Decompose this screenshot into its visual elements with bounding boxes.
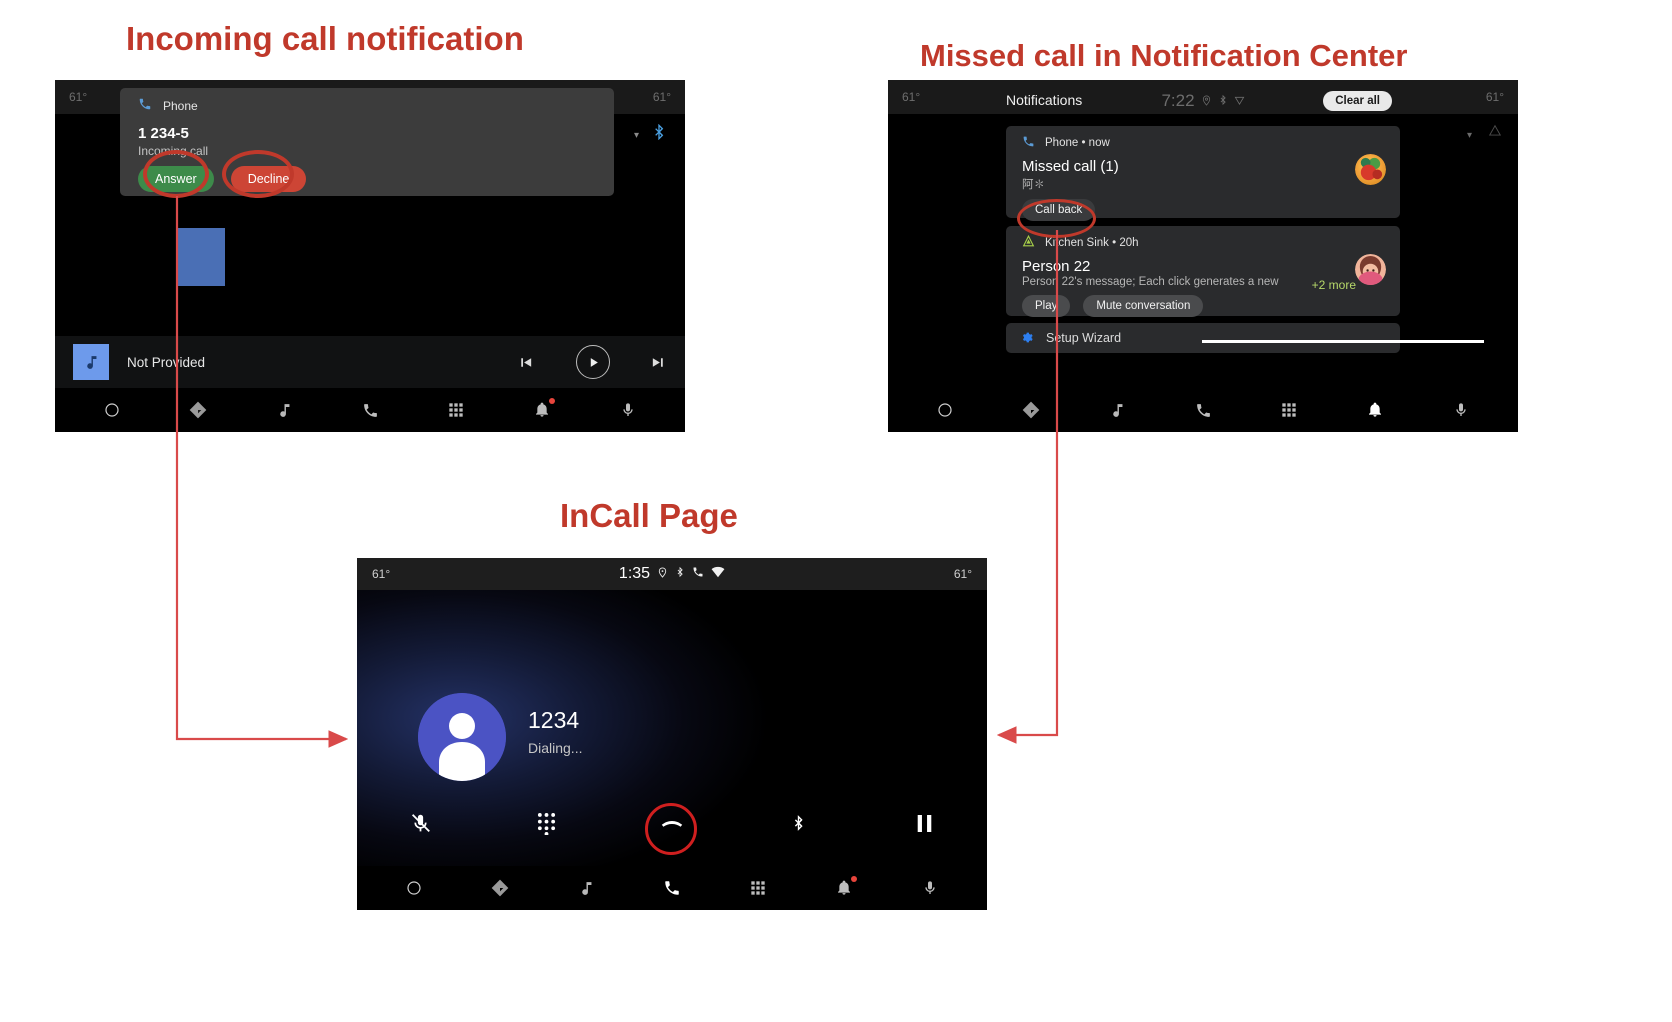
contact-avatar: [1355, 254, 1386, 285]
nav-dialer-icon[interactable]: [659, 875, 685, 901]
end-call-button[interactable]: [609, 800, 735, 846]
skip-next-icon[interactable]: [650, 354, 667, 371]
contact-avatar: [1355, 154, 1386, 185]
nav-assistant-icon[interactable]: [615, 397, 641, 423]
heads-up-actions: Answer Decline: [138, 166, 596, 192]
nav-apps-icon[interactable]: [1276, 397, 1302, 423]
nav-media-icon[interactable]: [1104, 397, 1130, 423]
media-title: Not Provided: [127, 354, 206, 370]
diagram-canvas: Incoming call notification Missed call i…: [0, 0, 1672, 1022]
call-icon: [692, 565, 704, 583]
heads-up-notification[interactable]: Phone 1 234-5 Incoming call Answer Decli…: [120, 88, 614, 196]
notification-app-row: Kitchen Sink • 20h: [1006, 226, 1400, 251]
setup-wizard-progress-bar: [1202, 340, 1484, 343]
status-alert-icon: [1488, 124, 1502, 143]
status-clock-group: 1:35: [357, 565, 987, 583]
chevron-down-icon: ▾: [1466, 130, 1472, 141]
notification-actions: Play Mute conversation: [1006, 288, 1400, 317]
notification-app-name: Phone • now: [1045, 137, 1110, 149]
clear-all-button[interactable]: Clear all: [1323, 91, 1392, 111]
caption-incoming-call: Incoming call notification: [126, 20, 524, 57]
nav-media-icon[interactable]: [573, 875, 599, 901]
location-icon: [657, 565, 668, 583]
nav-assistant-icon[interactable]: [917, 875, 943, 901]
nav-navigation-icon[interactable]: [1018, 397, 1044, 423]
call-back-button[interactable]: Call back: [1022, 199, 1096, 221]
call-state-label: Dialing...: [528, 740, 583, 756]
notifications-title: Notifications: [1006, 92, 1083, 108]
heads-up-app-row: Phone: [138, 97, 596, 114]
notification-actions: Call back: [1006, 192, 1400, 221]
navigation-bar: [357, 866, 987, 910]
nav-media-icon[interactable]: [271, 397, 297, 423]
nav-apps-icon[interactable]: [443, 397, 469, 423]
mute-button[interactable]: [357, 813, 483, 834]
notification-badge: [549, 398, 555, 404]
heads-up-app-name: Phone: [163, 98, 198, 113]
music-note-icon: [73, 344, 109, 380]
nav-notifications-icon[interactable]: [529, 397, 555, 423]
bluetooth-icon: [651, 123, 667, 145]
notification-title: Missed call (1): [1022, 158, 1119, 175]
play-button[interactable]: [576, 345, 610, 379]
temperature-right: 61°: [1485, 90, 1504, 104]
temperature-left: 61°: [69, 90, 88, 104]
temperature-right: 61°: [652, 90, 671, 104]
heads-up-subtitle: Incoming call: [138, 144, 209, 158]
decline-button[interactable]: Decline: [230, 166, 307, 192]
nav-home-icon[interactable]: [99, 397, 125, 423]
contact-avatar: [418, 693, 506, 781]
nav-apps-icon[interactable]: [745, 875, 771, 901]
incall-canvas: 1234 Dialing...: [357, 590, 987, 868]
clock-text: 1:35: [618, 565, 651, 582]
screen-notification-center: 61° 61° Notifications 7:22 Clear all And…: [888, 80, 1518, 432]
nav-home-icon[interactable]: [401, 875, 427, 901]
notification-card-setup-wizard[interactable]: Setup Wizard: [1006, 323, 1484, 353]
contact-name: 1234: [528, 707, 580, 733]
caption-missed-call: Missed call in Notification Center: [920, 38, 1408, 73]
dialpad-button[interactable]: [483, 812, 609, 835]
nav-assistant-icon[interactable]: [1448, 397, 1474, 423]
chevron-down-icon: ▾: [633, 130, 639, 141]
nav-notifications-icon[interactable]: [1362, 397, 1388, 423]
phone-icon: [138, 97, 152, 114]
kitchen-sink-icon: [1022, 234, 1035, 251]
nav-navigation-icon[interactable]: [185, 397, 211, 423]
bluetooth-icon: [675, 565, 685, 583]
screen-incall-page: 61° 61° 1:35 1234 Dialing...: [357, 558, 987, 910]
play-button[interactable]: Play: [1022, 295, 1071, 317]
notification-title: Person 22: [1022, 258, 1091, 275]
bluetooth-audio-button[interactable]: [735, 812, 861, 834]
notification-app-row: Phone • now: [1006, 126, 1400, 151]
nav-home-icon[interactable]: [932, 397, 958, 423]
caption-incall-page: InCall Page: [560, 497, 738, 534]
incall-controls: [357, 800, 987, 846]
navigation-bar: [55, 388, 685, 432]
nav-notifications-icon[interactable]: [831, 875, 857, 901]
notification-badge: [851, 876, 857, 882]
background-album-art: [177, 228, 225, 286]
nav-navigation-icon[interactable]: [487, 875, 513, 901]
nav-dialer-icon[interactable]: [1190, 397, 1216, 423]
mute-conversation-button[interactable]: Mute conversation: [1083, 295, 1204, 317]
notification-app-name: Kitchen Sink • 20h: [1045, 237, 1139, 249]
wifi-icon: [711, 565, 725, 583]
status-bar: 61° 61°: [888, 80, 1518, 114]
notification-card-missed-call[interactable]: Phone • now Missed call (1) 阿✽ Call back: [1006, 126, 1400, 221]
answer-button[interactable]: Answer: [138, 166, 214, 192]
temperature-left: 61°: [902, 90, 921, 104]
navigation-bar: [888, 388, 1518, 432]
gear-icon: [1020, 331, 1033, 349]
skip-previous-icon[interactable]: [517, 354, 534, 371]
nav-dialer-icon[interactable]: [357, 397, 383, 423]
media-mini-player[interactable]: Not Provided: [55, 336, 685, 388]
more-messages-label: +2 more: [1311, 278, 1356, 292]
notification-body: 阿✽: [1022, 179, 1045, 191]
screen-incoming-call: 61° 61° B ▾ Phone 1 234-5 Incoming call …: [55, 80, 685, 432]
heads-up-title: 1 234-5: [138, 125, 189, 142]
hold-button[interactable]: [861, 814, 987, 833]
notification-card-kitchen-sink[interactable]: Kitchen Sink • 20h Person 22 Person 22's…: [1006, 226, 1400, 317]
phone-icon: [1022, 135, 1035, 151]
